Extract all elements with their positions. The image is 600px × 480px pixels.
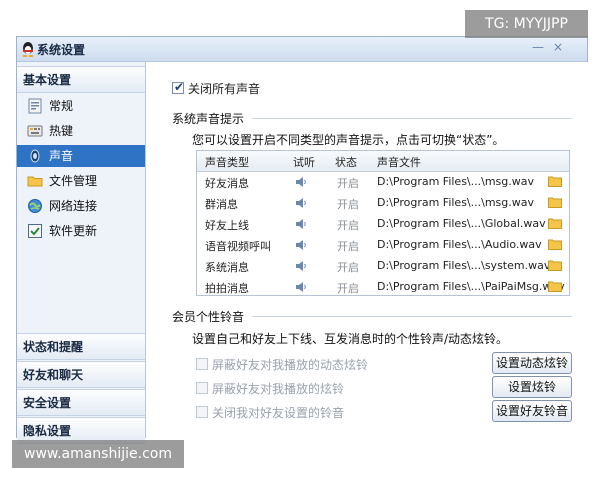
speaker-icon[interactable] bbox=[295, 176, 307, 188]
mute-all-checkbox[interactable]: ✔ bbox=[172, 80, 184, 94]
sidebar-item-software-update[interactable]: 软件更新 bbox=[17, 220, 145, 242]
sidebar-item-general[interactable]: 常规 bbox=[17, 95, 145, 117]
settings-window: 系统设置 — × 基本设置 常规 热键 声音 文件管理 网络连接 软件更新 状态… bbox=[16, 36, 588, 444]
group-divider bbox=[252, 316, 572, 317]
row-status[interactable]: 开启 bbox=[337, 280, 359, 296]
hotkey-icon bbox=[27, 125, 43, 137]
sidebar-item-label: 常规 bbox=[49, 99, 74, 113]
general-icon bbox=[28, 98, 42, 114]
set-friend-ringtone-button[interactable]: 设置好友铃音 bbox=[492, 400, 572, 422]
system-sound-group-title: 系统声音提示 bbox=[172, 112, 245, 126]
set-ringtone-button[interactable]: 设置炫铃 bbox=[492, 376, 572, 398]
col-sound-file[interactable]: 声音文件 bbox=[377, 154, 421, 170]
title-bar[interactable]: 系统设置 — × bbox=[17, 37, 587, 62]
member-ringtone-description: 设置自己和好友上下线、互发消息时的个性铃声/动态炫铃。 bbox=[192, 332, 509, 346]
table-header: 声音类型 试听 状态 声音文件 bbox=[197, 151, 569, 172]
row-status[interactable]: 开启 bbox=[337, 217, 359, 233]
row-type: 群消息 bbox=[205, 198, 238, 211]
sidebar-item-label: 软件更新 bbox=[49, 224, 98, 238]
table-row[interactable]: 语音视频呼叫 开启 D:\Program Files\...\Audio.wav bbox=[197, 234, 569, 255]
row-type: 系统消息 bbox=[205, 261, 249, 274]
speaker-icon[interactable] bbox=[295, 281, 307, 293]
window-title: 系统设置 bbox=[37, 43, 86, 57]
block-dynamic-ringtone-label: 屏蔽好友对我播放的动态炫铃 bbox=[212, 358, 369, 372]
row-type: 语音视频呼叫 bbox=[205, 240, 271, 253]
speaker-icon[interactable] bbox=[295, 260, 307, 272]
col-sound-type[interactable]: 声音类型 bbox=[205, 154, 249, 170]
table-row[interactable]: 系统消息 开启 D:\Program Files\...\system.wav bbox=[197, 255, 569, 276]
disable-friend-ringtone-label: 关闭我对好友设置的铃音 bbox=[212, 406, 345, 420]
block-dynamic-ringtone-checkbox[interactable] bbox=[196, 358, 208, 370]
row-file: D:\Program Files\...\Audio.wav bbox=[377, 238, 542, 251]
minimize-icon[interactable]: — bbox=[530, 39, 546, 55]
watermark-bottom: www.amanshijie.com bbox=[12, 440, 184, 468]
sidebar-item-label: 文件管理 bbox=[49, 174, 98, 188]
row-file: D:\Program Files\...\msg.wav bbox=[377, 175, 535, 188]
table-row[interactable]: 群消息 开启 D:\Program Files\...\msg.wav bbox=[197, 192, 569, 213]
set-dynamic-ringtone-button[interactable]: 设置动态炫铃 bbox=[492, 352, 572, 374]
speaker-icon[interactable] bbox=[295, 197, 307, 209]
sidebar-item-label: 网络连接 bbox=[49, 199, 98, 213]
col-preview[interactable]: 试听 bbox=[293, 154, 315, 170]
sidebar-item-hotkey[interactable]: 热键 bbox=[17, 120, 145, 142]
table-row[interactable]: 好友消息 开启 D:\Program Files\...\msg.wav bbox=[197, 171, 569, 192]
row-file: D:\Program Files\...\PaiPaiMsg.wav bbox=[377, 280, 565, 293]
sound-table: 声音类型 试听 状态 声音文件 好友消息 开启 D:\Program Files… bbox=[196, 150, 570, 296]
sidebar-item-label: 热键 bbox=[49, 124, 74, 138]
folder-icon bbox=[27, 176, 43, 187]
section-status-reminder[interactable]: 状态和提醒 bbox=[17, 333, 145, 360]
sidebar-item-label: 声音 bbox=[49, 149, 74, 163]
folder-icon[interactable] bbox=[548, 281, 562, 292]
settings-sidebar: 基本设置 常规 热键 声音 文件管理 网络连接 软件更新 状态和提醒 好友和聊天… bbox=[17, 62, 146, 444]
sidebar-item-sound[interactable]: 声音 bbox=[17, 145, 145, 167]
block-ringtone-label: 屏蔽好友对我播放的炫铃 bbox=[212, 382, 345, 396]
row-type: 好友消息 bbox=[205, 177, 249, 190]
folder-icon[interactable] bbox=[548, 239, 562, 250]
sidebar-item-network[interactable]: 网络连接 bbox=[17, 195, 145, 217]
row-type: 拍拍消息 bbox=[205, 282, 249, 295]
folder-icon[interactable] bbox=[548, 197, 562, 208]
watermark-top: TG: MYYJJPP bbox=[465, 10, 588, 38]
speaker-icon[interactable] bbox=[295, 218, 307, 230]
folder-icon[interactable] bbox=[548, 176, 562, 187]
section-security[interactable]: 安全设置 bbox=[17, 389, 145, 416]
system-sound-description: 您可以设置开启不同类型的声音提示，点击可切换“状态”。 bbox=[192, 133, 505, 147]
col-status[interactable]: 状态 bbox=[335, 154, 357, 170]
folder-icon[interactable] bbox=[548, 218, 562, 229]
row-status[interactable]: 开启 bbox=[337, 175, 359, 191]
row-file: D:\Program Files\...\system.wav bbox=[377, 259, 551, 272]
mute-all-label: 关闭所有声音 bbox=[188, 82, 261, 96]
disable-friend-ringtone-checkbox[interactable] bbox=[196, 406, 208, 418]
qq-penguin-icon bbox=[22, 42, 34, 57]
sidebar-item-file-management[interactable]: 文件管理 bbox=[17, 170, 145, 192]
network-icon bbox=[28, 199, 42, 213]
update-icon bbox=[28, 224, 42, 238]
table-row[interactable]: 好友上线 开启 D:\Program Files\...\Global.wav bbox=[197, 213, 569, 234]
row-type: 好友上线 bbox=[205, 219, 249, 232]
row-status[interactable]: 开启 bbox=[337, 238, 359, 254]
table-row[interactable]: 拍拍消息 开启 D:\Program Files\...\PaiPaiMsg.w… bbox=[197, 276, 569, 297]
settings-content: ✔ 关闭所有声音 系统声音提示 您可以设置开启不同类型的声音提示，点击可切换“状… bbox=[146, 62, 588, 438]
row-status[interactable]: 开启 bbox=[337, 196, 359, 212]
row-status[interactable]: 开启 bbox=[337, 259, 359, 275]
sound-icon bbox=[30, 149, 40, 163]
section-basic-settings[interactable]: 基本设置 bbox=[17, 66, 145, 93]
group-divider bbox=[252, 118, 572, 119]
row-file: D:\Program Files\...\Global.wav bbox=[377, 217, 546, 230]
member-ringtone-group-title: 会员个性铃音 bbox=[172, 310, 245, 324]
row-file: D:\Program Files\...\msg.wav bbox=[377, 196, 535, 209]
close-icon[interactable]: × bbox=[550, 39, 566, 55]
block-ringtone-checkbox[interactable] bbox=[196, 382, 208, 394]
folder-icon[interactable] bbox=[548, 260, 562, 271]
speaker-icon[interactable] bbox=[295, 239, 307, 251]
section-friends-chat[interactable]: 好友和聊天 bbox=[17, 361, 145, 388]
